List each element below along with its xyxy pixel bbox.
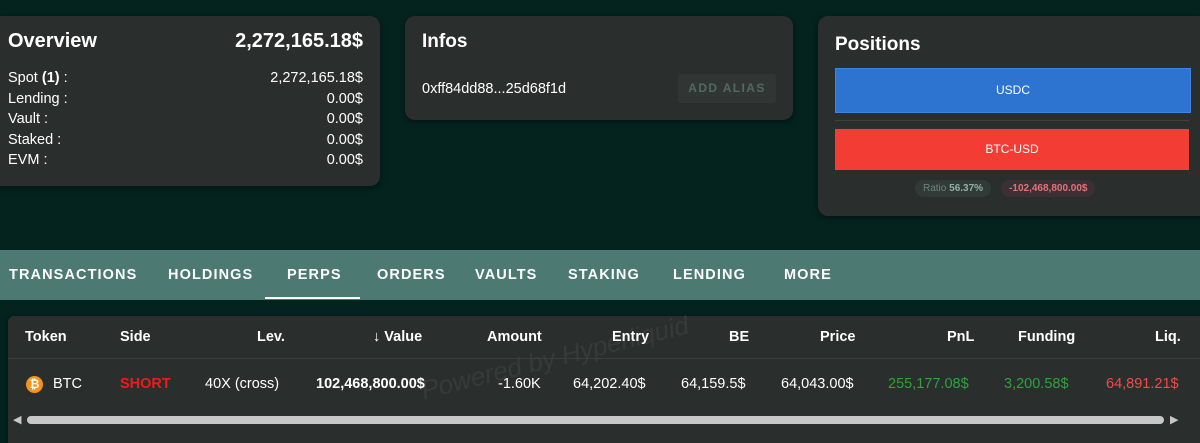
scroll-right-icon[interactable]: ▶ [1170, 413, 1178, 427]
btc-usd-position-bar[interactable]: BTC-USD [835, 129, 1189, 170]
ratio-chip: Ratio 56.37% [915, 180, 992, 197]
wallet-address[interactable]: 0xff84dd88...25d68f1d [422, 81, 566, 97]
overview-row-staked: Staked : 0.00$ [8, 130, 363, 151]
cell-side: SHORT [120, 376, 171, 392]
active-tab-indicator [265, 297, 360, 299]
infos-card: Infos 0xff84dd88...25d68f1d ADD ALIAS [405, 16, 793, 120]
column-header-token[interactable]: Token [25, 329, 67, 345]
overview-row-value: 0.00$ [326, 131, 363, 148]
bitcoin-icon: ₿ [26, 376, 43, 393]
tab-more[interactable]: MORE [784, 250, 832, 300]
overview-row-label: Vault : [8, 111, 49, 127]
tab-transactions[interactable]: TRANSACTIONS [9, 250, 137, 300]
tab-staking[interactable]: STAKING [568, 250, 640, 300]
column-header-price[interactable]: Price [820, 329, 855, 345]
cell-amount: -1.60K [498, 376, 541, 392]
pnl-chip: -102,468,800.00$ [1001, 180, 1096, 197]
positions-chips: Ratio 56.37% -102,468,800.00$ [915, 180, 1096, 197]
column-header-pnl[interactable]: PnL [947, 329, 974, 345]
overview-row-label: Staked : [8, 131, 62, 148]
scroll-left-icon[interactable]: ◀ [13, 413, 21, 427]
cell-price: 64,043.00$ [781, 376, 854, 392]
overview-row-vault: Vault : 0.00$ [8, 109, 363, 130]
cell-lev: 40X (cross) [205, 376, 280, 392]
infos-title: Infos [422, 31, 468, 52]
overview-title: Overview [8, 30, 97, 52]
column-header-liq[interactable]: Liq. [1155, 329, 1181, 345]
tab-bar: TRANSACTIONS HOLDINGS PERPS ORDERS VAULT… [0, 250, 1200, 300]
cell-entry: 64,202.40$ [573, 376, 646, 392]
overview-total: 2,272,165.18$ [235, 30, 363, 52]
tab-holdings[interactable]: HOLDINGS [168, 250, 253, 300]
cell-token: BTC [53, 376, 82, 392]
column-header-be[interactable]: BE [729, 329, 749, 345]
overview-card: Overview 2,272,165.18$ Spot (1) : 2,272,… [0, 16, 380, 186]
overview-row-value: 2,272,165.18$ [270, 70, 363, 86]
column-header-entry[interactable]: Entry [612, 329, 649, 345]
scrollbar-thumb[interactable] [27, 416, 1164, 424]
overview-row-label: Lending : [8, 90, 68, 107]
column-header-value[interactable]: ↓ Value [373, 329, 422, 345]
overview-rows: Spot (1) : 2,272,165.18$ Lending : 0.00$… [8, 68, 363, 171]
overview-row-evm: EVM : 0.00$ [8, 150, 363, 171]
column-header-amount[interactable]: Amount [487, 329, 542, 345]
usdc-position-bar[interactable]: USDC [835, 68, 1191, 113]
table-header-divider [8, 358, 1200, 359]
positions-card: Positions USDC BTC-USD Ratio 56.37% -102… [818, 16, 1200, 216]
ratio-value: 56.37% [949, 183, 984, 194]
tab-perps[interactable]: PERPS [287, 250, 342, 300]
tab-lending[interactable]: LENDING [673, 250, 746, 300]
positions-title: Positions [835, 34, 921, 55]
spot-count-badge: (1) [41, 70, 60, 86]
cell-liq: 64,891.21$ [1106, 376, 1179, 392]
cell-value: 102,468,800.00$ [316, 376, 425, 392]
overview-row-lending: Lending : 0.00$ [8, 89, 363, 110]
overview-row-spot: Spot (1) : 2,272,165.18$ [8, 68, 363, 89]
tab-orders[interactable]: ORDERS [377, 250, 446, 300]
column-header-funding[interactable]: Funding [1018, 329, 1075, 345]
overview-row-value: 0.00$ [326, 152, 363, 168]
cell-be: 64,159.5$ [681, 376, 746, 392]
cell-pnl: 255,177.08$ [888, 376, 969, 392]
overview-row-value: 0.00$ [326, 111, 363, 127]
cell-funding: 3,200.58$ [1004, 376, 1069, 392]
overview-row-value: 0.00$ [326, 90, 363, 107]
tab-vaults[interactable]: VAULTS [475, 250, 537, 300]
sort-arrow-icon: ↓ [373, 329, 381, 345]
add-alias-button[interactable]: ADD ALIAS [678, 74, 776, 103]
column-header-side[interactable]: Side [120, 329, 151, 345]
overview-row-label: Spot (1) : [8, 70, 68, 86]
overview-row-label: EVM : [8, 152, 48, 168]
horizontal-scrollbar[interactable]: ◀ ▶ [0, 413, 1200, 427]
positions-divider [835, 120, 1189, 121]
column-header-lev[interactable]: Lev. [257, 329, 285, 345]
